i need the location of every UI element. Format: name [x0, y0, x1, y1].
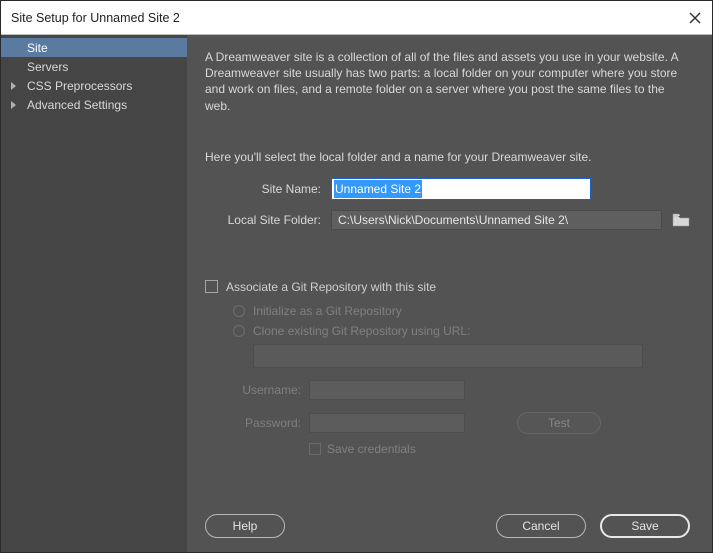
git-username-row: Username: — [233, 380, 690, 400]
local-folder-input[interactable]: C:\Users\Nick\Documents\Unnamed Site 2\ — [331, 210, 662, 230]
category-sidebar: Site Servers CSS Preprocessors Advanced … — [1, 35, 187, 552]
git-associate-label: Associate a Git Repository with this sit… — [226, 280, 436, 294]
git-associate-row[interactable]: Associate a Git Repository with this sit… — [205, 280, 690, 294]
help-button[interactable]: Help — [205, 514, 285, 538]
sidebar-item-servers[interactable]: Servers — [1, 57, 187, 76]
save-button[interactable]: Save — [600, 514, 690, 538]
git-section: Associate a Git Repository with this sit… — [205, 280, 690, 456]
sidebar-item-label: Servers — [27, 60, 68, 74]
git-save-credentials-checkbox — [309, 443, 321, 455]
sidebar-item-label: Advanced Settings — [27, 98, 127, 112]
main-panel: A Dreamweaver site is a collection of al… — [187, 35, 712, 552]
sidebar-item-label: CSS Preprocessors — [27, 79, 132, 93]
cancel-button[interactable]: Cancel — [496, 514, 586, 538]
dialog-footer: Help Cancel Save — [205, 514, 690, 538]
git-password-row: Password: Test — [233, 412, 690, 434]
browse-folder-icon[interactable] — [672, 213, 690, 227]
window-title: Site Setup for Unnamed Site 2 — [11, 11, 688, 25]
local-folder-value: C:\Users\Nick\Documents\Unnamed Site 2\ — [338, 213, 568, 227]
dialog-body: Site Servers CSS Preprocessors Advanced … — [1, 35, 712, 552]
sidebar-item-label: Site — [27, 41, 48, 55]
chevron-right-icon — [11, 82, 16, 90]
git-init-label: Initialize as a Git Repository — [253, 304, 402, 318]
site-setup-dialog: Site Setup for Unnamed Site 2 Site Serve… — [0, 0, 713, 553]
chevron-right-icon — [11, 101, 16, 109]
git-clone-row: Clone existing Git Repository using URL: — [233, 324, 690, 338]
git-init-radio — [233, 305, 245, 317]
git-clone-url-input — [253, 344, 643, 368]
site-name-input[interactable]: Unnamed Site 2 — [331, 178, 591, 200]
git-save-credentials-label: Save credentials — [327, 442, 416, 456]
git-password-input — [309, 413, 465, 433]
git-clone-label: Clone existing Git Repository using URL: — [253, 324, 470, 338]
git-clone-radio — [233, 325, 245, 337]
git-options: Initialize as a Git Repository Clone exi… — [233, 304, 690, 456]
sidebar-item-css-preprocessors[interactable]: CSS Preprocessors — [1, 76, 187, 95]
sub-intro-text: Here you'll select the local folder and … — [205, 150, 690, 164]
site-name-row: Site Name: Unnamed Site 2 — [205, 178, 690, 200]
git-save-credentials-row: Save credentials — [309, 442, 690, 456]
titlebar: Site Setup for Unnamed Site 2 — [1, 1, 712, 35]
local-folder-row: Local Site Folder: C:\Users\Nick\Documen… — [205, 210, 690, 230]
git-init-row: Initialize as a Git Repository — [233, 304, 690, 318]
git-password-label: Password: — [233, 416, 309, 430]
site-name-label: Site Name: — [205, 182, 331, 196]
close-icon[interactable] — [688, 11, 702, 25]
intro-text: A Dreamweaver site is a collection of al… — [205, 49, 690, 114]
git-associate-checkbox[interactable] — [205, 280, 218, 293]
site-name-value: Unnamed Site 2 — [334, 180, 422, 198]
git-test-button: Test — [517, 412, 601, 434]
sidebar-item-site[interactable]: Site — [1, 38, 187, 57]
sidebar-item-advanced-settings[interactable]: Advanced Settings — [1, 95, 187, 114]
local-folder-label: Local Site Folder: — [205, 213, 331, 227]
git-username-label: Username: — [233, 383, 309, 397]
git-username-input — [309, 380, 465, 400]
